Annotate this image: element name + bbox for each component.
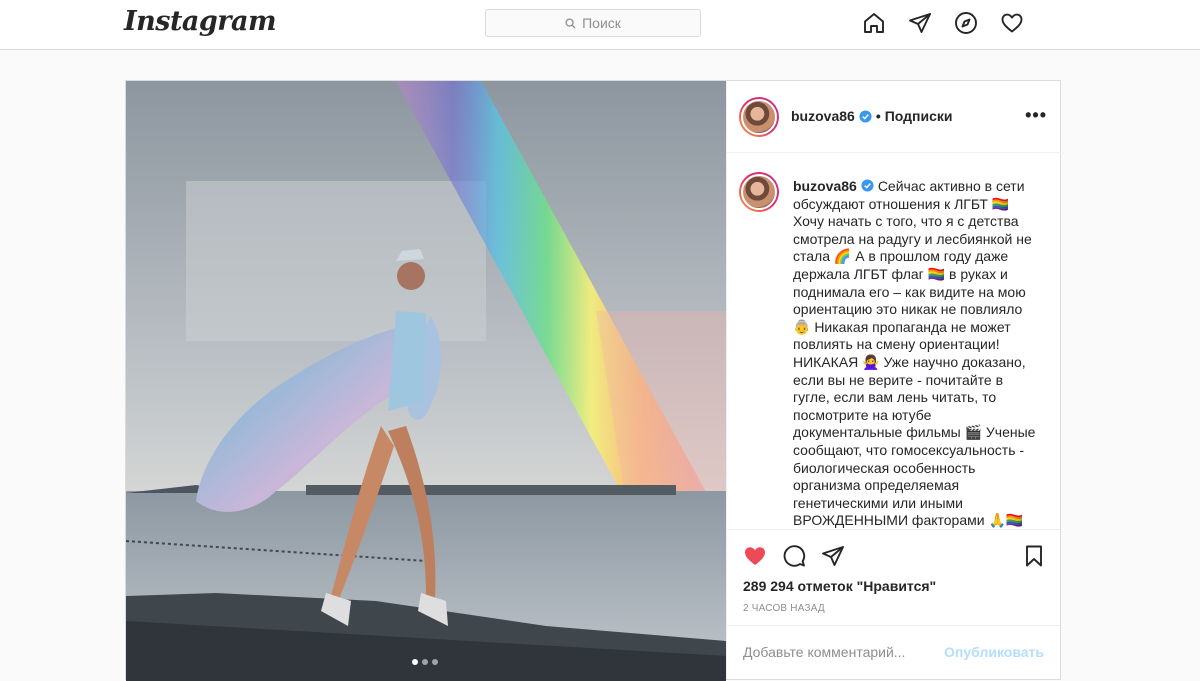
top-navigation-bar: Instagram Поиск	[0, 0, 1200, 50]
search-placeholder: Поиск	[582, 15, 621, 31]
search-icon	[565, 17, 576, 29]
activity-icon[interactable]	[1000, 11, 1024, 35]
caption-username[interactable]: buzova86	[793, 178, 857, 194]
post-header: buzova86 • Подписки •••	[727, 81, 1061, 153]
like-icon[interactable]	[743, 544, 767, 568]
carousel-dot	[412, 659, 418, 665]
verified-badge-icon	[861, 179, 874, 192]
explore-icon[interactable]	[954, 11, 978, 35]
add-comment-row: Добавьте комментарий... Опубликовать	[727, 625, 1060, 681]
carousel-dot	[422, 659, 428, 665]
likes-count[interactable]: 289 294 отметок "Нравится"	[743, 578, 936, 594]
following-button[interactable]: Подписки	[885, 108, 953, 124]
carousel-dot	[432, 659, 438, 665]
post-actions: 289 294 отметок "Нравится" 2 ЧАСОВ НАЗАД…	[727, 529, 1060, 679]
post-caption: buzova86 Сейчас активно в сети обсуждают …	[793, 178, 1038, 529]
instagram-logo[interactable]: Instagram	[124, 6, 277, 37]
search-input[interactable]: Поиск	[485, 9, 701, 37]
caption-text: Сейчас активно в сети обсуждают отношени…	[793, 178, 1036, 529]
comment-input[interactable]: Добавьте комментарий...	[743, 644, 905, 660]
home-icon[interactable]	[862, 11, 886, 35]
avatar[interactable]	[739, 97, 779, 137]
publish-button[interactable]: Опубликовать	[944, 644, 1044, 660]
post-card: buzova86 • Подписки ••• buzova86 Сейчас а…	[125, 80, 1061, 681]
verified-badge-icon	[859, 109, 872, 123]
bookmark-icon[interactable]	[1022, 544, 1046, 568]
username-link[interactable]: buzova86	[791, 108, 855, 124]
post-author: buzova86 • Подписки	[791, 108, 953, 124]
direct-icon[interactable]	[908, 11, 932, 35]
post-photo[interactable]	[126, 81, 726, 681]
comment-icon[interactable]	[782, 544, 806, 568]
action-icons	[743, 544, 845, 568]
beach-rainbow-photo	[126, 81, 726, 681]
carousel-indicator	[412, 659, 438, 665]
more-options-icon[interactable]: •••	[1025, 106, 1047, 124]
caption-scroll-area[interactable]: buzova86 Сейчас активно в сети обсуждают …	[727, 154, 1060, 529]
dot-separator: •	[875, 108, 881, 124]
post-sidebar: buzova86 • Подписки ••• buzova86 Сейчас а…	[726, 81, 1061, 679]
nav-icons	[862, 11, 1024, 35]
avatar[interactable]	[739, 172, 779, 212]
post-timestamp[interactable]: 2 ЧАСОВ НАЗАД	[743, 603, 825, 614]
share-icon[interactable]	[821, 544, 845, 568]
